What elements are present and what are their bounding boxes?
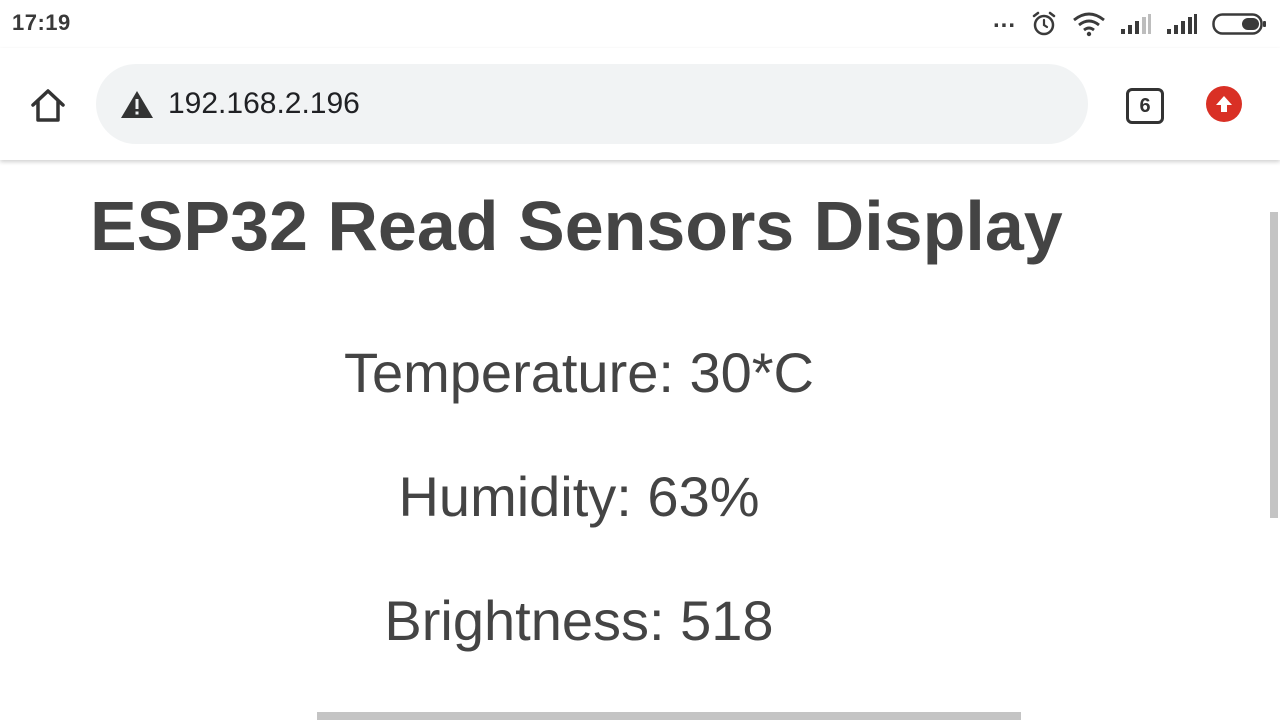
vertical-scrollbar[interactable] — [1270, 212, 1278, 518]
web-page-content: ESP32 Read Sensors Display Temperature: … — [0, 160, 1280, 720]
humidity-reading: Humidity: 63% — [398, 465, 760, 528]
brightness-reading: Brightness: 518 — [384, 589, 774, 652]
url-text[interactable]: 192.168.2.196 — [168, 87, 360, 121]
address-bar[interactable]: 192.168.2.196 — [96, 64, 1088, 144]
more-dots-icon: ... — [992, 6, 1016, 33]
horizontal-scrollbar[interactable] — [317, 712, 1021, 720]
status-bar: 17:19 ... — [0, 0, 1280, 48]
battery-icon — [1212, 12, 1268, 36]
home-icon — [31, 89, 65, 122]
status-icons: ... — [979, 6, 1268, 40]
home-button[interactable] — [26, 84, 70, 128]
page-title: ESP32 Read Sensors Display — [90, 187, 1063, 265]
temperature-reading: Temperature: 30*C — [343, 341, 814, 404]
warning-icon[interactable] — [120, 89, 154, 119]
wifi-icon — [1072, 11, 1106, 37]
browser-toolbar: 192.168.2.196 6 — [0, 48, 1280, 160]
signal-icon — [1120, 13, 1152, 35]
update-arrow-icon[interactable] — [1206, 86, 1242, 122]
status-time: 17:19 — [12, 10, 71, 35]
tab-switcher-button[interactable]: 6 — [1126, 88, 1164, 124]
signal-icon — [1166, 13, 1198, 35]
alarm-icon — [1030, 10, 1058, 38]
